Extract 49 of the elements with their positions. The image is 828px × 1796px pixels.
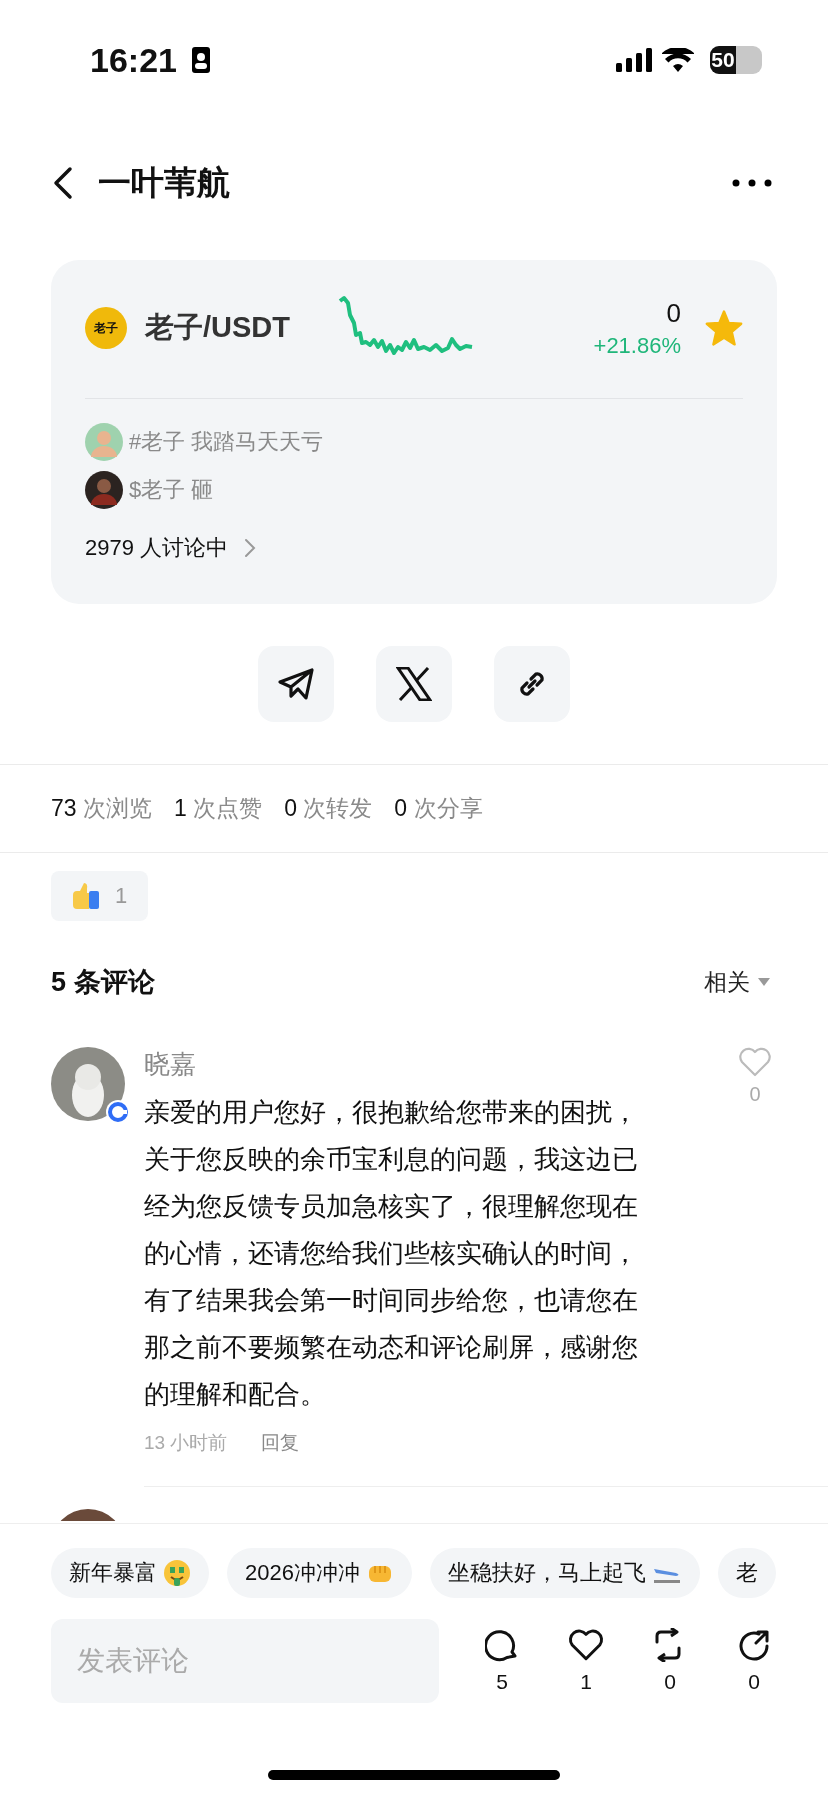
avatar-icon <box>85 423 123 461</box>
quick-reply-chip[interactable]: 新年暴富 <box>51 1548 209 1598</box>
coin-logo: 老子 <box>85 307 127 349</box>
comment-button[interactable]: 5 <box>475 1628 529 1694</box>
quick-reply-chip[interactable]: 坐稳扶好，马上起飞 <box>429 1548 700 1598</box>
wifi-icon <box>662 48 694 72</box>
commenter-name[interactable]: 晓嘉 <box>144 1049 196 1079</box>
comments-heading: 5 条评论 <box>51 966 155 999</box>
stat-text: 0 次分享 <box>394 794 483 823</box>
price-change: +21.86% <box>593 332 681 359</box>
send-button[interactable] <box>258 646 334 722</box>
discussion-count[interactable]: 2979 人讨论中 <box>85 533 229 563</box>
x-logo-icon <box>396 667 432 701</box>
share-button[interactable]: 0 <box>727 1628 781 1694</box>
speech-bubble-icon <box>485 1628 519 1662</box>
copy-link-button[interactable] <box>494 646 570 722</box>
coin-card[interactable]: 老子 老子/USDT 0 +21.86% #老子 我踏马天天亏 $老子 砸 2979 人讨论中 <box>51 260 777 604</box>
star-icon[interactable] <box>705 310 743 346</box>
heart-icon <box>568 1628 604 1662</box>
coin-price: 0 <box>666 297 681 329</box>
status-time: 16:21 <box>90 40 177 80</box>
reply-button[interactable]: 回复 <box>261 1430 300 1456</box>
comment-text: 亲爱的用户您好，很抱歉给您带来的困扰，关于您反映的余币宝利息的问题，我这边已经为您反馈专员加急核实了，很理解您现在的心情，还请您给我们些核实确认的时间，有了结果我会第一时间同步给您，也请您在那之前不要频繁在动态和评论刷屏，感谢您的理解和配合。 <box>144 1096 639 1411</box>
quick-reply-chip[interactable]: 2026冲冲冲 <box>227 1548 412 1598</box>
avatar-icon <box>85 471 123 509</box>
comment-input[interactable]: 发表评论 <box>51 1619 439 1703</box>
stat-text: 0 次转发 <box>284 794 373 823</box>
like-button[interactable]: 1 <box>559 1628 613 1694</box>
comment-time: 13 小时前 <box>144 1431 228 1455</box>
quick-reply-chip[interactable]: 老 <box>717 1548 776 1598</box>
sort-dropdown[interactable]: 相关 <box>704 966 770 998</box>
page-title: 一叶苇航 <box>98 162 230 203</box>
paper-plane-icon <box>277 667 315 701</box>
avatar-icon[interactable] <box>51 1047 125 1121</box>
share-icon <box>737 1628 771 1662</box>
x-share-button[interactable] <box>376 646 452 722</box>
stat-text: 1 次点赞 <box>174 794 263 823</box>
back-icon[interactable] <box>52 166 74 200</box>
repost-button[interactable]: 0 <box>643 1628 697 1694</box>
coin-pair: 老子/USDT <box>145 310 290 345</box>
like-count: 0 <box>749 1083 761 1106</box>
chevron-right-icon[interactable] <box>244 538 257 558</box>
more-icon[interactable] <box>732 179 772 187</box>
money-face-icon <box>163 1559 191 1587</box>
dropdown-triangle-icon <box>758 978 770 986</box>
id-card-icon <box>190 46 211 74</box>
battery-indicator: 50 <box>710 46 762 74</box>
stat-text: 73 次浏览 <box>51 794 152 823</box>
signal-icon <box>616 48 652 72</box>
